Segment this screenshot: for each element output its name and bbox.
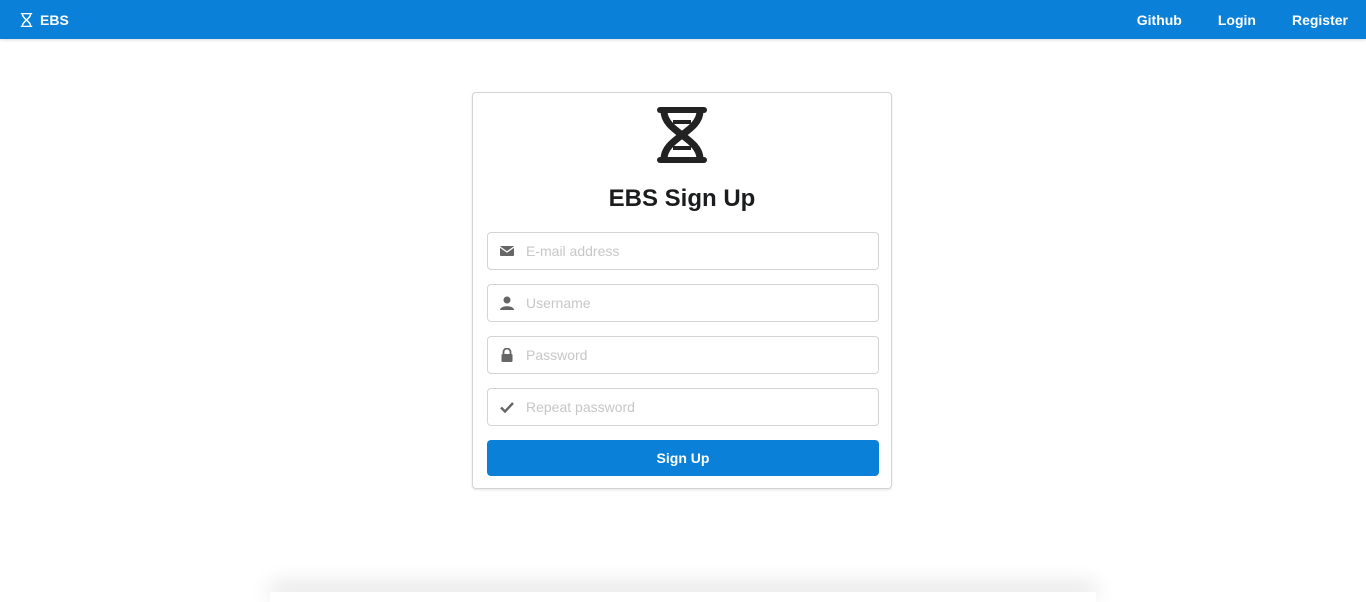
nav-links: Github Login Register [1137,0,1348,39]
user-icon [500,296,514,310]
envelope-icon [500,246,514,256]
brand-label: EBS [40,11,69,28]
username-input[interactable] [526,285,866,321]
repeat-password-field[interactable] [487,388,879,426]
nav-link-login[interactable]: Login [1218,12,1256,28]
lock-icon [501,348,513,362]
form-title: EBS Sign Up [608,185,756,212]
check-icon [500,402,514,414]
dna-icon [657,107,707,163]
signup-card: EBS Sign Up Sign Up [472,92,892,489]
password-input[interactable] [526,337,866,373]
password-field[interactable] [487,336,879,374]
sign-up-button[interactable]: Sign Up [487,440,879,476]
bottom-panel-edge [270,592,1096,602]
top-navbar: EBS Github Login Register [0,0,1366,39]
nav-link-register[interactable]: Register [1292,12,1348,28]
nav-link-github[interactable]: Github [1137,12,1182,28]
username-field[interactable] [487,284,879,322]
email-field[interactable] [487,232,879,270]
brand-link[interactable]: EBS [20,12,69,28]
repeat-password-input[interactable] [526,389,866,425]
dna-icon [20,12,33,27]
email-input[interactable] [526,233,866,269]
